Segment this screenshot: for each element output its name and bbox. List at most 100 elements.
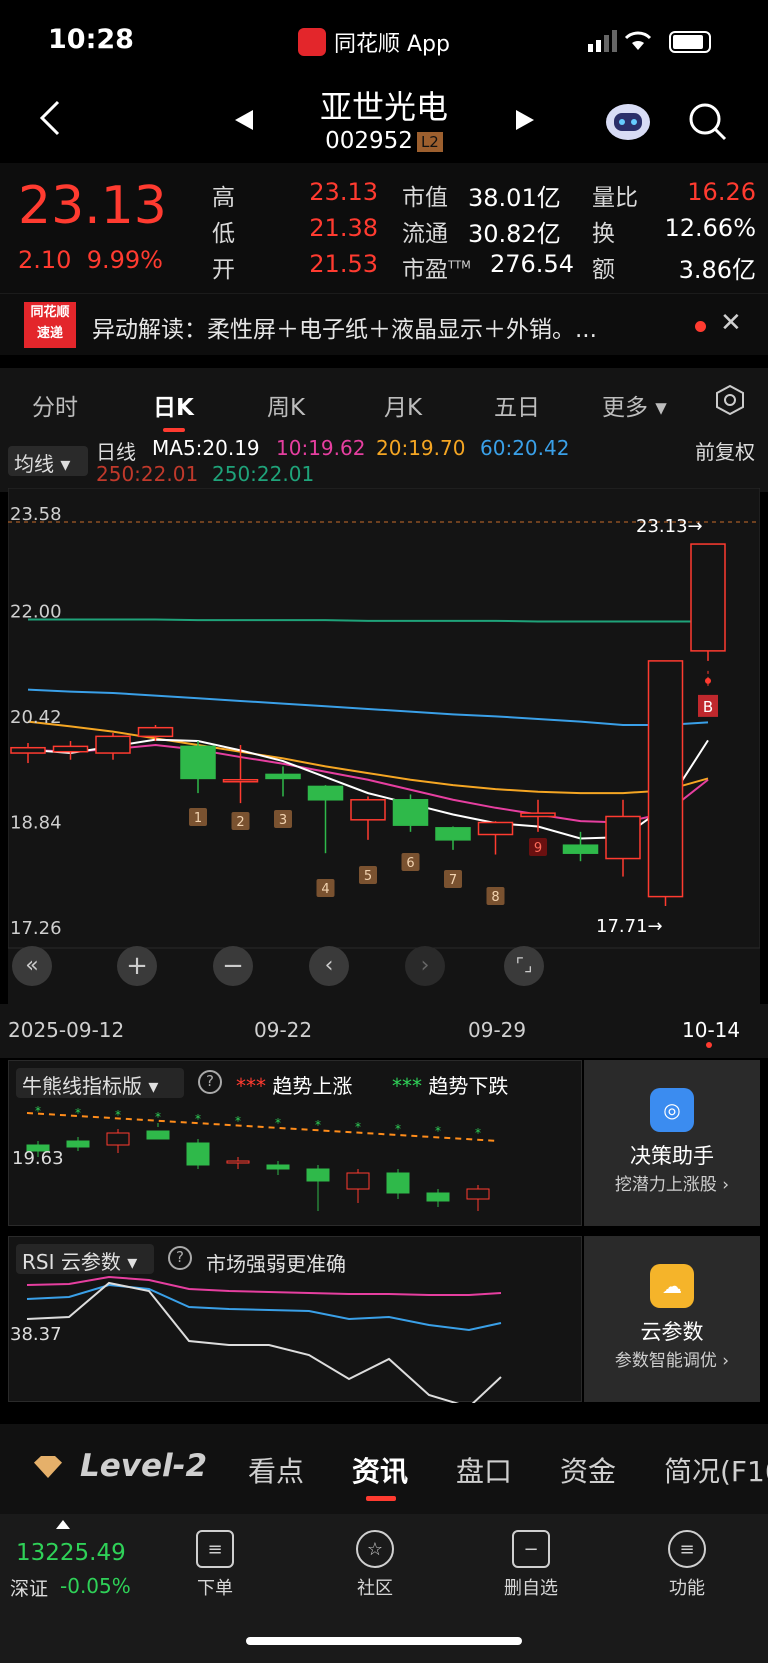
footer-remove-watch-label: 删自选 (504, 1578, 558, 1599)
next-stock-icon[interactable] (514, 108, 536, 132)
tab-profile[interactable]: 简况(F10 (664, 1450, 768, 1490)
change-row: 2.10 9.99% (18, 246, 163, 274)
y-tick-label: 18.84 (10, 813, 62, 834)
trend-star: * (115, 1108, 121, 1122)
indicator2-select[interactable]: RSI 云参数 ▾ (16, 1244, 154, 1274)
trend-star: * (235, 1114, 241, 1128)
footer-functions[interactable]: ≡ 功能 (632, 1530, 742, 1600)
scroll-left-button[interactable]: ‹ (309, 946, 349, 986)
tab-highlights[interactable]: 看点 (248, 1450, 304, 1490)
search-icon[interactable] (688, 102, 728, 142)
index-name: 深证 (10, 1578, 49, 1600)
buy-marker-dot (705, 677, 711, 684)
news-text[interactable]: 异动解读：柔性屏＋电子纸＋液晶显示＋外销。... (92, 310, 597, 344)
legend-down-label: 趋势下跌 (428, 1074, 509, 1098)
footer-community[interactable]: ☆ 社区 (320, 1530, 430, 1600)
y-axis-labels: 23.58 22.00 20.42 18.84 17.26 23.13→ 17.71→ (10, 504, 703, 939)
adjust-mode[interactable]: 前复权 (695, 436, 755, 465)
index-value[interactable]: 13225.49 (16, 1540, 126, 1566)
trend-star: * (355, 1120, 361, 1134)
low-value: 21.38 (309, 214, 378, 242)
help-icon-2[interactable]: ? (168, 1246, 192, 1270)
close-icon[interactable]: ✕ (720, 308, 742, 338)
news-logo-bottom: 速递 (36, 326, 63, 341)
magnifier-icon: ◎ (650, 1088, 694, 1132)
candle-body (350, 799, 386, 821)
settings-hexagon-icon[interactable] (714, 384, 746, 416)
tab-orderbook[interactable]: 盘口 (456, 1450, 512, 1490)
footer-community-label: 社区 (357, 1578, 393, 1599)
stock-code-row: 002952 L2 (0, 128, 768, 154)
tab-intraday[interactable]: 分时 (32, 388, 78, 422)
legend-up-label: 趋势上涨 (272, 1074, 353, 1098)
y-tick-label: 17.26 (10, 918, 62, 939)
sequence-marker: 4 (321, 882, 329, 897)
trend-star: * (75, 1106, 81, 1120)
indicator-candle (266, 1164, 290, 1170)
ma-select[interactable]: 均线 ▾ (8, 446, 88, 476)
candle-body (180, 745, 216, 780)
app-name-label: 同花顺 App (334, 32, 450, 57)
remove-watch-icon: − (512, 1530, 550, 1568)
fullscreen-button[interactable]: ⌜⌟ (504, 946, 544, 986)
high-label: 高 (212, 185, 235, 211)
stock-name: 亚世光电 (319, 88, 448, 126)
chart-frame (7, 487, 761, 949)
decision-helper-sub: 挖潜力上涨股 › (614, 1175, 730, 1195)
indicator-candle (386, 1172, 410, 1194)
ma250-line (28, 618, 708, 623)
trend-star: * (475, 1126, 481, 1140)
tab-funds[interactable]: 资金 (560, 1450, 616, 1490)
indicator-candle (186, 1142, 210, 1166)
scroll-right-button[interactable]: › (405, 946, 445, 986)
ma60-label: 60:20.42 (480, 436, 570, 460)
tab-weekly-k[interactable]: 周K (267, 388, 305, 422)
legend-down: *** 趋势下跌 (392, 1070, 508, 1099)
tab-five-day[interactable]: 五日 (494, 388, 540, 422)
scroll-left-fast-button[interactable]: « (12, 946, 52, 986)
y-tick-label: 22.00 (10, 602, 62, 623)
trend-star: * (35, 1104, 41, 1118)
news-unread-dot (695, 321, 706, 332)
cloud-icon: ☁ (650, 1264, 694, 1308)
indicator1-y-label: 19.63 (12, 1148, 64, 1169)
tab-daily-k[interactable]: 日K (153, 388, 194, 422)
app-logo-icon (298, 28, 326, 56)
ma10-label: 10:19.62 (276, 436, 366, 460)
decision-helper-card[interactable]: ◎ 决策助手 挖潜力上涨股 › (584, 1060, 760, 1226)
legend-up-dots: *** (236, 1074, 273, 1098)
rsi-desc: 市场强弱更准确 (206, 1252, 346, 1276)
help-icon[interactable]: ? (198, 1070, 222, 1094)
y-tick-label: 20.42 (10, 707, 62, 728)
cloud-params-card[interactable]: ☁ 云参数 参数智能调优 › (584, 1236, 760, 1402)
indicator-candle (346, 1172, 370, 1190)
footer-remove-watch[interactable]: − 删自选 (476, 1530, 586, 1600)
volume-ratio-label: 量比 (592, 185, 638, 211)
ma60-line (27, 688, 709, 726)
trend-star: * (395, 1122, 401, 1136)
ma250a-label: 250:22.01 (96, 462, 199, 486)
indicator-candle (226, 1160, 250, 1164)
footer-functions-label: 功能 (669, 1578, 705, 1599)
date-label-1: 2025-09-12 (8, 1018, 125, 1042)
tab-news[interactable]: 资讯 (352, 1450, 408, 1490)
tab-monthly-k[interactable]: 月K (384, 388, 422, 422)
footer-order[interactable]: ≡ 下单 (160, 1530, 270, 1600)
candle-body (10, 746, 46, 754)
ma20-label: 20:19.70 (376, 436, 466, 460)
zoom-in-button[interactable]: + (117, 946, 157, 986)
float-cap-label: 流通 (402, 221, 448, 247)
zoom-out-button[interactable]: − (213, 946, 253, 986)
kline-svg: 1 2 3 4 5 6 7 8 9 B 23.58 22.00 20.42 18.84 17.26 23.1… (7, 487, 761, 949)
tab-more[interactable]: 更多 ▾ (602, 388, 667, 422)
indicator1-select[interactable]: 牛熊线指标版 ▾ (16, 1068, 184, 1098)
low-price-label: 17.71→ (596, 916, 663, 937)
high-price-label: 23.13→ (636, 516, 703, 537)
ma5-label: MA5:20.19 (152, 436, 260, 460)
main-kline-chart[interactable]: 1 2 3 4 5 6 7 8 9 B 23.58 22.00 20.42 18.84 17.26 23.1… (7, 487, 761, 1004)
level2-label[interactable]: Level-2 (80, 1448, 207, 1484)
indicator1-select-label: 牛熊线指标版 (22, 1074, 142, 1098)
sequence-marker: 1 (194, 811, 202, 826)
robot-assistant-icon[interactable] (604, 98, 652, 142)
date-label-4: 10-14 (682, 1018, 741, 1042)
